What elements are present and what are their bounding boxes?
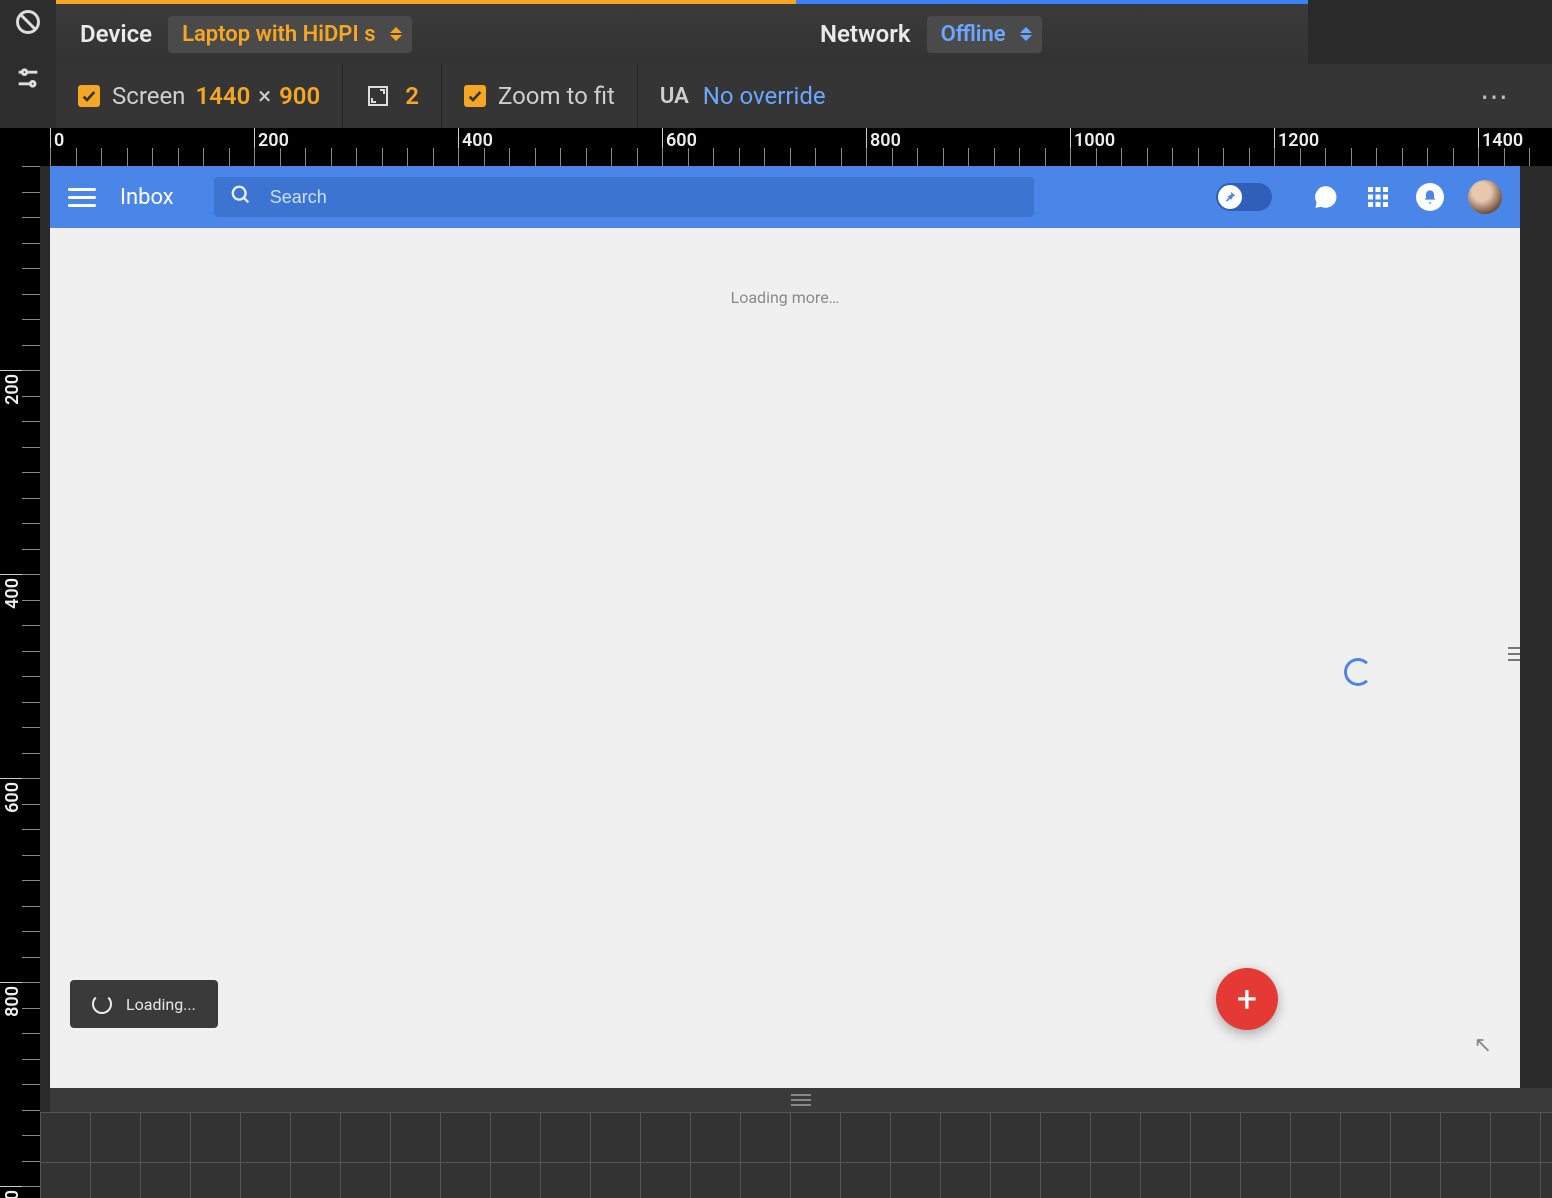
- device-label: Device: [80, 20, 152, 48]
- settings-sliders-icon[interactable]: [14, 64, 42, 120]
- disable-icon[interactable]: [14, 8, 42, 64]
- plus-icon: +: [1237, 978, 1257, 1020]
- select-caret-icon: [1020, 27, 1032, 41]
- network-select[interactable]: Offline: [927, 16, 1042, 53]
- overflow-region: [40, 1112, 1552, 1198]
- notifications-icon[interactable]: [1416, 183, 1444, 211]
- device-select[interactable]: Laptop with HiDPI s: [168, 16, 411, 53]
- search-input[interactable]: [214, 177, 1034, 217]
- resize-handle-icon[interactable]: ↖: [1474, 1033, 1492, 1058]
- ruler-vertical: 2004006008001000: [0, 128, 40, 1198]
- apps-icon[interactable]: [1364, 183, 1392, 211]
- panel-drag-handle[interactable]: [50, 1088, 1552, 1112]
- screen-height[interactable]: 900: [279, 82, 320, 110]
- spinner-icon: [92, 994, 112, 1014]
- more-menu[interactable]: ⋯: [1480, 80, 1530, 113]
- ua-value[interactable]: No override: [703, 82, 826, 110]
- zoom-label: Zoom to fit: [498, 82, 615, 110]
- network-label: Network: [820, 20, 911, 48]
- search-field[interactable]: [270, 187, 1018, 208]
- dpr-value[interactable]: 2: [405, 82, 419, 110]
- screen-label: Screen: [112, 82, 185, 110]
- search-icon: [230, 184, 252, 210]
- screen-checkbox[interactable]: [78, 85, 100, 107]
- select-caret-icon: [390, 27, 402, 41]
- app-header: Inbox: [50, 166, 1520, 228]
- zoom-checkbox[interactable]: [464, 85, 486, 107]
- emulated-viewport[interactable]: Inbox: [50, 166, 1520, 1088]
- network-tab[interactable]: Network Offline: [796, 0, 1308, 64]
- spinner-icon: [1344, 658, 1372, 686]
- menu-icon[interactable]: [68, 183, 96, 211]
- times-symbol: ×: [258, 82, 271, 110]
- app-title: Inbox: [120, 185, 174, 210]
- dpr-icon: [365, 83, 391, 109]
- avatar[interactable]: [1468, 180, 1502, 214]
- compose-fab[interactable]: +: [1216, 968, 1278, 1030]
- loading-more-text: Loading more…: [50, 288, 1520, 307]
- device-tab[interactable]: Device Laptop with HiDPI s: [56, 0, 796, 64]
- loading-toast: Loading...: [70, 980, 218, 1028]
- screen-width[interactable]: 1440: [195, 82, 250, 110]
- pin-icon: [1218, 185, 1242, 209]
- toast-text: Loading...: [126, 995, 196, 1014]
- ruler-horizontal: 0200400600800100012001400: [40, 128, 1552, 166]
- ua-label: UA: [660, 84, 689, 109]
- scrollbar-hint[interactable]: [1508, 626, 1520, 682]
- pin-toggle[interactable]: [1216, 183, 1272, 211]
- chat-icon[interactable]: [1312, 183, 1340, 211]
